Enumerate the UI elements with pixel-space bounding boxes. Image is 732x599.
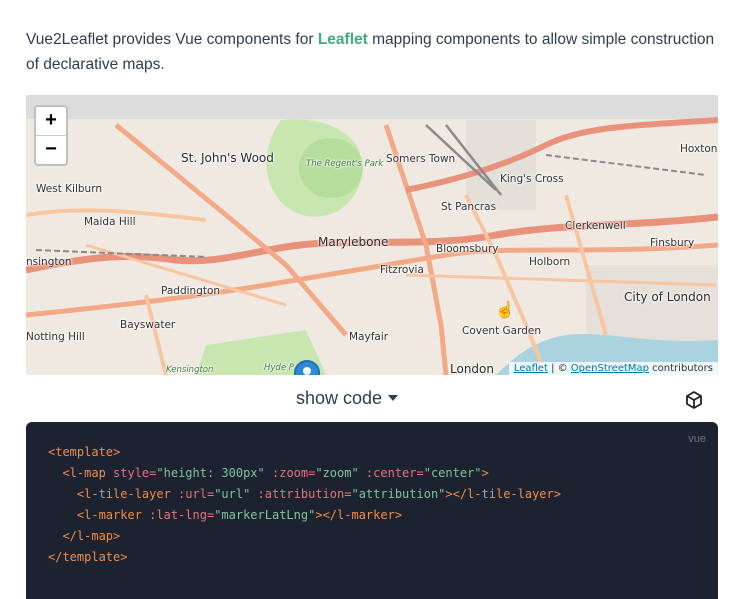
map-label-fitzrovia: Fitzrovia [380, 264, 424, 276]
zoom-out-button[interactable]: − [36, 136, 66, 164]
map-label-bayswater: Bayswater [120, 319, 176, 331]
code-token: "zoom" [315, 466, 359, 480]
zoom-in-button[interactable]: + [36, 107, 66, 136]
code-token: "center" [423, 466, 482, 480]
map-label-notting-hill: Notting Hill [26, 331, 85, 343]
code-token: :zoom= [264, 466, 316, 480]
code-token: "markerLatLng" [214, 508, 316, 522]
map-label-bloomsbury: Bloomsbury [436, 243, 499, 255]
map-label-hyde-park: Hyde P [264, 363, 294, 373]
map-label-mayfair: Mayfair [349, 331, 389, 343]
code-token: :attribution= [250, 487, 352, 501]
map-label-west-kilburn: West Kilburn [36, 183, 102, 195]
code-token: <l-marker [76, 508, 142, 522]
attribution-leaflet-link[interactable]: Leaflet [514, 363, 548, 374]
caret-down-icon [388, 395, 399, 401]
map-label-london: London [450, 362, 494, 375]
map-label-finsbury: Finsbury [650, 237, 695, 249]
map-label-holborn: Holborn [529, 256, 571, 268]
code-content: <template> <l-map style="height: 300px" … [48, 442, 561, 568]
map-label-covent-garden: Covent Garden [462, 325, 542, 337]
map-label-paddington: Paddington [161, 285, 221, 297]
show-code-toggle[interactable]: show code [296, 388, 399, 409]
map-label-maida-hill: Maida Hill [84, 216, 136, 228]
attribution-contributors: contributors [649, 363, 713, 374]
map-attribution: Leaflet | © OpenStreetMap contributors [508, 362, 718, 375]
code-token: <template> [48, 445, 121, 459]
map-label-regents-park: The Regent's Park [306, 159, 384, 169]
code-token: <l-map [62, 466, 106, 480]
map-label-somers-town: Somers Town [386, 153, 456, 165]
intro-paragraph: Vue2Leaflet provides Vue components for … [26, 27, 716, 77]
code-token: <l-tile-layer [76, 487, 171, 501]
attribution-osm-link[interactable]: OpenStreetMap [571, 363, 649, 374]
map-label-kensington-park: Kensington [166, 365, 214, 375]
map-label-kings-cross: King's Cross [500, 173, 564, 185]
hand-cursor-icon: ☝ [495, 302, 515, 319]
code-token: :url= [170, 487, 215, 501]
code-block: vue <template> <l-map style="height: 300… [26, 422, 718, 599]
code-token: style= [105, 466, 157, 480]
map-label-st-johns-wood: St. John's Wood [181, 151, 274, 165]
code-token: "height: 300px" [156, 466, 265, 480]
code-token: ></l-marker> [315, 508, 403, 522]
code-token: </template> [48, 550, 128, 564]
show-code-label: show code [296, 388, 383, 408]
code-token: :center= [358, 466, 424, 480]
map-label-clerkenwell: Clerkenwell [565, 220, 626, 232]
code-language-label: vue [688, 433, 706, 445]
code-token: "attribution" [351, 487, 446, 501]
code-token: ></l-tile-layer> [445, 487, 561, 501]
map-label-city-of-london: City of London [624, 290, 711, 304]
intro-text-start: Vue2Leaflet provides Vue components for [26, 30, 318, 48]
code-token: </l-map> [62, 529, 121, 543]
attribution-separator: | © [547, 363, 571, 374]
map-label-hoxton: Hoxton [680, 143, 718, 155]
code-token: "url" [214, 487, 251, 501]
map-view[interactable]: St. John's Wood The Regent's Park Somers… [26, 95, 718, 375]
map-label-marylebone: Marylebone [318, 235, 389, 249]
leaflet-link[interactable]: Leaflet [318, 31, 368, 48]
map-label-st-pancras: St Pancras [441, 201, 497, 213]
zoom-control: + − [34, 105, 68, 166]
code-token: :lat-lng= [141, 508, 215, 522]
map-label-kensington-west: nsington [26, 256, 72, 268]
codesandbox-icon[interactable] [684, 390, 704, 410]
code-token: > [481, 466, 489, 480]
